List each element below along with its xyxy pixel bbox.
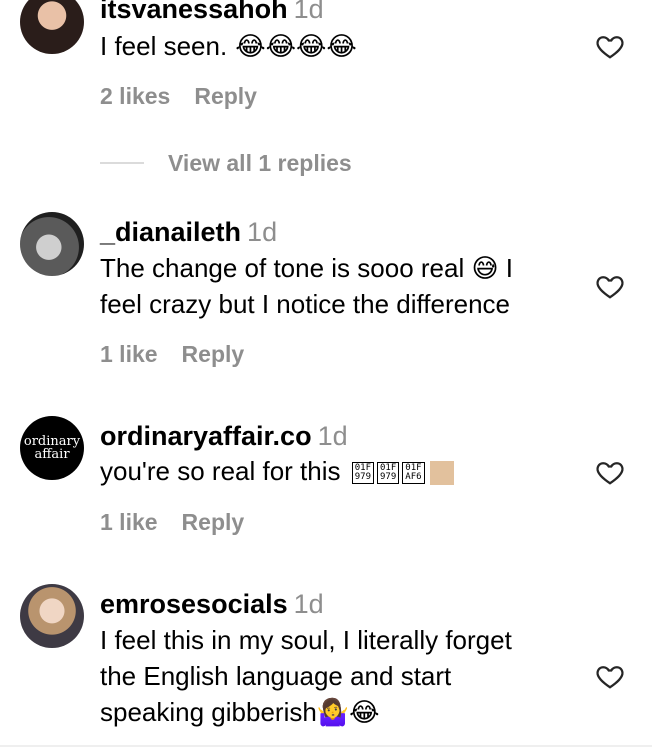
skin-tone-swatch-icon bbox=[429, 461, 454, 486]
avatar[interactable] bbox=[20, 212, 84, 276]
comment-text: I feel this in my soul, I literally forg… bbox=[100, 622, 590, 730]
comment-time: 1d bbox=[247, 217, 278, 247]
comment-emojis: 😂😂😂😂 bbox=[235, 31, 357, 61]
heart-outline-icon[interactable] bbox=[594, 271, 626, 301]
comment-text-line: feel crazy but I notice the difference bbox=[100, 289, 510, 319]
missing-glyph-icon: 01F AF6 bbox=[402, 462, 425, 485]
comment-text: The change of tone is sooo real 😅 I feel… bbox=[100, 250, 590, 322]
comment-author[interactable]: itsvanessahoh 1d bbox=[100, 0, 324, 24]
comment-author[interactable]: ordinaryaffair.co 1d bbox=[100, 421, 348, 451]
author-name[interactable]: _dianaileth bbox=[100, 217, 241, 247]
comment-text-content: you're so real for this bbox=[100, 456, 341, 486]
comment-text-line: The change of tone is sooo real 😅 I bbox=[100, 253, 514, 283]
comment-text-line: speaking gibberish🤷‍♀️😂 bbox=[100, 697, 380, 727]
comment-author[interactable]: emrosesocials 1d bbox=[100, 589, 324, 619]
avatar[interactable] bbox=[20, 584, 84, 648]
comment-meta: 1 like Reply bbox=[100, 508, 244, 536]
comment-time: 1d bbox=[293, 0, 324, 24]
comment-meta: 2 likes Reply bbox=[100, 82, 257, 110]
view-replies-label[interactable]: View all 1 replies bbox=[168, 150, 352, 177]
reply-button[interactable]: Reply bbox=[182, 341, 245, 367]
reply-button[interactable]: Reply bbox=[194, 83, 257, 109]
comment-text-line: the English language and start bbox=[100, 661, 452, 691]
comment-text: I feel seen. 😂😂😂😂 bbox=[100, 28, 590, 64]
author-name[interactable]: emrosesocials bbox=[100, 589, 288, 619]
avatar[interactable]: ordinary affair bbox=[20, 416, 84, 480]
comment-text: you're so real for this 01F 97901F 97901F A… bbox=[100, 453, 590, 489]
comment-text-line: I feel this in my soul, I literally forg… bbox=[100, 625, 512, 655]
comment-meta: 1 like Reply bbox=[100, 340, 244, 368]
missing-glyph-icon: 01F 979 bbox=[351, 462, 375, 485]
likes-count[interactable]: 1 like bbox=[100, 341, 158, 367]
author-name[interactable]: ordinaryaffair.co bbox=[100, 421, 312, 451]
reply-button[interactable]: Reply bbox=[182, 509, 245, 535]
heart-outline-icon[interactable] bbox=[594, 457, 626, 487]
comment-time: 1d bbox=[317, 421, 348, 451]
divider-line bbox=[100, 162, 144, 164]
author-name[interactable]: itsvanessahoh bbox=[100, 0, 288, 24]
comment-text-content: I feel seen. bbox=[100, 31, 228, 61]
comment-time: 1d bbox=[293, 589, 324, 619]
comment-author[interactable]: _dianaileth 1d bbox=[100, 217, 277, 247]
view-replies-button[interactable]: View all 1 replies bbox=[100, 148, 352, 178]
avatar-logo-text: affair bbox=[34, 447, 70, 462]
heart-outline-icon[interactable] bbox=[594, 661, 626, 691]
heart-outline-icon[interactable] bbox=[594, 31, 626, 61]
likes-count[interactable]: 2 likes bbox=[100, 83, 170, 109]
missing-glyph-icon: 01F 979 bbox=[377, 462, 400, 485]
likes-count[interactable]: 1 like bbox=[100, 509, 158, 535]
divider bbox=[0, 745, 652, 747]
avatar[interactable] bbox=[20, 0, 84, 54]
